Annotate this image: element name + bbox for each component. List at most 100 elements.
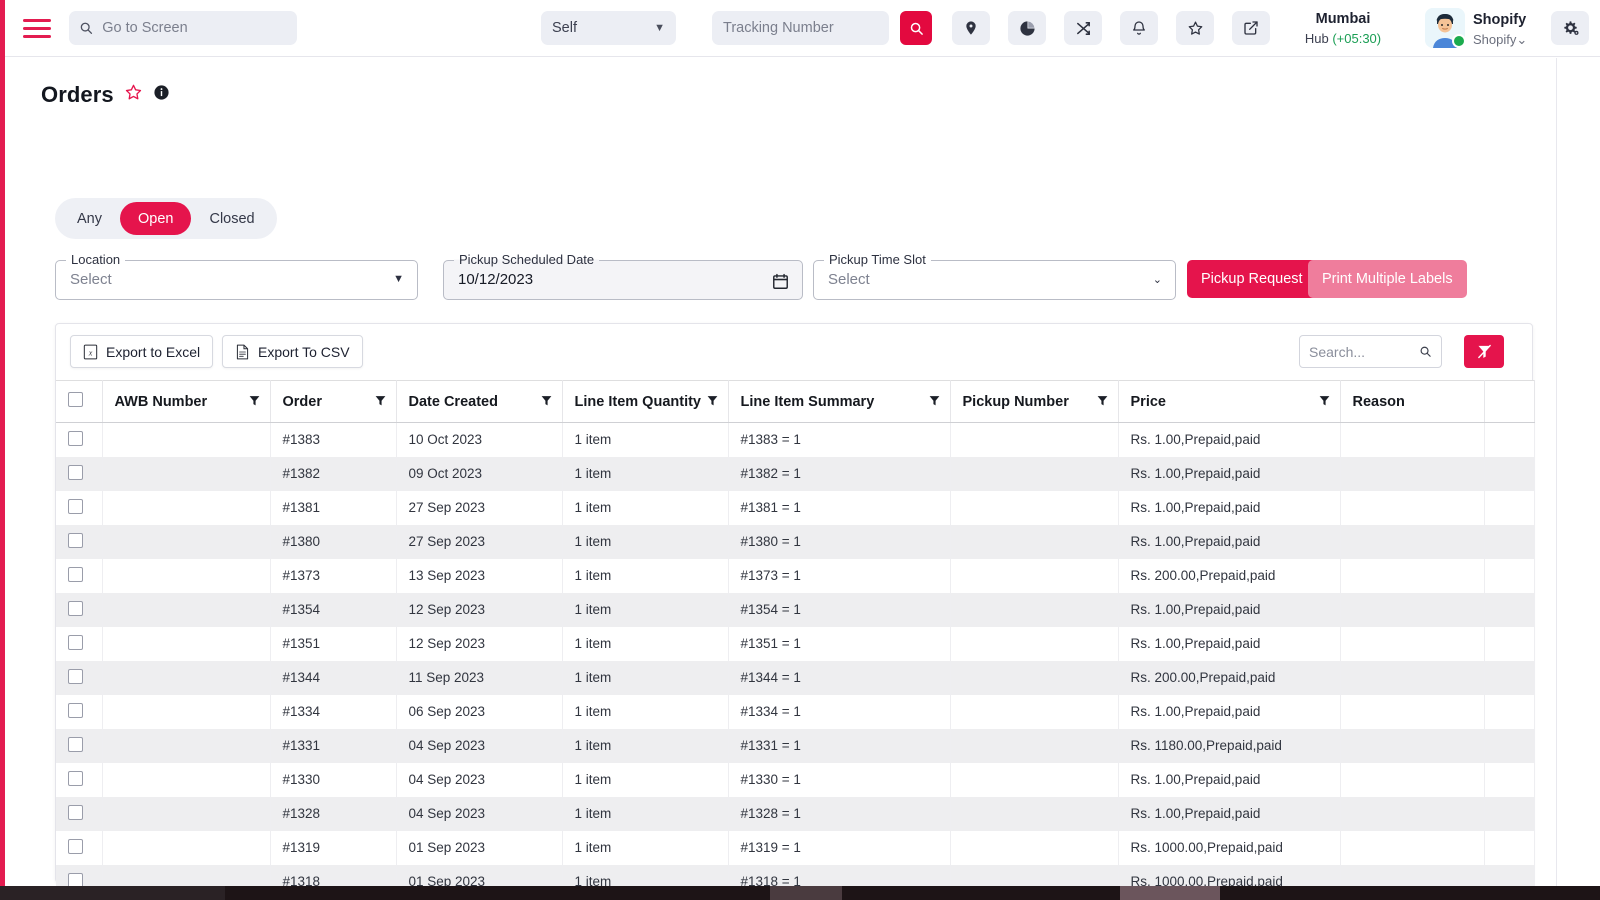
select-all-checkbox[interactable] bbox=[68, 392, 83, 407]
row-checkbox[interactable] bbox=[68, 838, 83, 854]
analytics-button[interactable] bbox=[1008, 11, 1046, 45]
go-to-screen-search[interactable] bbox=[69, 11, 297, 45]
cell-pickup-number bbox=[950, 422, 1119, 457]
tracking-search-button[interactable] bbox=[900, 11, 932, 45]
cell-date-created: 13 Sep 2023 bbox=[396, 558, 563, 593]
column-header-awb[interactable]: AWB Number bbox=[102, 380, 271, 423]
row-checkbox[interactable] bbox=[68, 532, 83, 548]
table-row[interactable]: #1328 04 Sep 2023 1 item #1328 = 1 Rs. 1.00,… bbox=[56, 796, 1535, 831]
status-tab-closed[interactable]: Closed bbox=[191, 202, 272, 235]
cell-reason bbox=[1340, 626, 1485, 661]
row-checkbox[interactable] bbox=[68, 872, 83, 886]
filter-icon[interactable] bbox=[1096, 394, 1109, 411]
row-checkbox[interactable] bbox=[68, 600, 83, 616]
account-menu[interactable]: Shopify Shopify⌄ bbox=[1473, 11, 1527, 48]
cell-end bbox=[1484, 728, 1535, 763]
row-select-cell bbox=[56, 796, 103, 831]
cell-awb bbox=[102, 490, 271, 525]
tracking-number-input[interactable] bbox=[723, 20, 878, 36]
open-external-button[interactable] bbox=[1232, 11, 1270, 45]
row-checkbox[interactable] bbox=[68, 464, 83, 480]
shuffle-button[interactable] bbox=[1064, 11, 1102, 45]
table-row[interactable]: #1354 12 Sep 2023 1 item #1354 = 1 Rs. 1.00,… bbox=[56, 592, 1535, 627]
cell-line-item-summary: #1331 = 1 bbox=[728, 728, 951, 763]
row-checkbox[interactable] bbox=[68, 430, 83, 446]
pickup-slot-filter[interactable]: Pickup Time Slot Select ⌄ bbox=[813, 252, 1176, 300]
row-checkbox[interactable] bbox=[68, 668, 83, 684]
pickup-request-button[interactable]: Pickup Request bbox=[1187, 260, 1317, 298]
scope-select[interactable]: Self ▼ bbox=[541, 11, 676, 45]
cell-line-item-quantity: 1 item bbox=[562, 456, 729, 491]
hamburger-icon[interactable] bbox=[11, 18, 63, 38]
column-header-date-created[interactable]: Date Created bbox=[396, 380, 563, 423]
table-row[interactable]: #1373 13 Sep 2023 1 item #1373 = 1 Rs. 200.0… bbox=[56, 558, 1535, 593]
cell-order: #1381 bbox=[270, 490, 397, 525]
go-to-screen-input[interactable] bbox=[102, 20, 287, 36]
column-header-line-item-quantity[interactable]: Line Item Quantity bbox=[562, 380, 729, 423]
row-checkbox[interactable] bbox=[68, 498, 83, 514]
calendar-icon[interactable] bbox=[767, 269, 793, 293]
notifications-button[interactable] bbox=[1120, 11, 1158, 45]
table-search-input[interactable] bbox=[1309, 343, 1414, 360]
page-content: Orders Any Open Closed Location Select ▼… bbox=[5, 58, 1556, 886]
export-to-csv-button[interactable]: Export To CSV bbox=[222, 335, 363, 368]
filter-icon[interactable] bbox=[928, 394, 941, 411]
filter-icon[interactable] bbox=[248, 394, 261, 411]
settings-button[interactable] bbox=[1551, 11, 1589, 45]
row-checkbox[interactable] bbox=[68, 702, 83, 718]
avatar[interactable] bbox=[1425, 8, 1466, 48]
table-row[interactable]: #1330 04 Sep 2023 1 item #1330 = 1 Rs. 1.00,… bbox=[56, 762, 1535, 797]
pickup-date-filter[interactable]: Pickup Scheduled Date 10/12/2023 bbox=[443, 252, 803, 300]
row-checkbox[interactable] bbox=[68, 736, 83, 752]
row-checkbox[interactable] bbox=[68, 804, 83, 820]
filter-icon[interactable] bbox=[540, 394, 553, 411]
status-tab-any[interactable]: Any bbox=[59, 202, 120, 235]
cell-line-item-summary: #1382 = 1 bbox=[728, 456, 951, 491]
table-row[interactable]: #1331 04 Sep 2023 1 item #1331 = 1 Rs. 1180.… bbox=[56, 728, 1535, 763]
filter-icon[interactable] bbox=[374, 394, 387, 411]
cell-reason bbox=[1340, 694, 1485, 729]
row-select-cell bbox=[56, 864, 103, 886]
tracking-number-field[interactable] bbox=[712, 11, 889, 45]
row-checkbox[interactable] bbox=[68, 634, 83, 650]
favorite-star-icon[interactable] bbox=[124, 83, 143, 107]
table-row[interactable]: #1318 01 Sep 2023 1 item #1318 = 1 Rs. 1000.… bbox=[56, 864, 1535, 886]
filter-icon[interactable] bbox=[1318, 394, 1331, 411]
table-row[interactable]: #1319 01 Sep 2023 1 item #1319 = 1 Rs. 1000.… bbox=[56, 830, 1535, 865]
cell-reason bbox=[1340, 796, 1485, 831]
print-multiple-labels-button[interactable]: Print Multiple Labels bbox=[1308, 260, 1467, 298]
export-to-excel-button[interactable]: x Export to Excel bbox=[70, 335, 214, 368]
column-header-price[interactable]: Price bbox=[1118, 380, 1341, 423]
column-header-line-item-summary[interactable]: Line Item Summary bbox=[728, 380, 951, 423]
cell-price: Rs. 1000.00,Prepaid,paid bbox=[1118, 864, 1341, 886]
column-header-order[interactable]: Order bbox=[270, 380, 397, 423]
column-header-reason[interactable]: Reason bbox=[1340, 380, 1485, 423]
table-row[interactable]: #1344 11 Sep 2023 1 item #1344 = 1 Rs. 200.0… bbox=[56, 660, 1535, 695]
cell-line-item-quantity: 1 item bbox=[562, 422, 729, 457]
cell-end bbox=[1484, 864, 1535, 886]
cell-reason bbox=[1340, 728, 1485, 763]
table-row[interactable]: #1351 12 Sep 2023 1 item #1351 = 1 Rs. 1.00,… bbox=[56, 626, 1535, 661]
table-search[interactable] bbox=[1299, 335, 1442, 368]
chevron-down-icon: ▼ bbox=[654, 22, 665, 34]
region-indicator[interactable]: Mumbai Hub (+05:30) bbox=[1283, 10, 1403, 47]
table-row[interactable]: #1382 09 Oct 2023 1 item #1382 = 1 Rs. 1.00,… bbox=[56, 456, 1535, 491]
status-tab-open[interactable]: Open bbox=[120, 202, 192, 235]
clear-filters-button[interactable] bbox=[1464, 335, 1504, 368]
row-checkbox[interactable] bbox=[68, 770, 83, 786]
table-row[interactable]: #1380 27 Sep 2023 1 item #1380 = 1 Rs. 1.00,… bbox=[56, 524, 1535, 559]
cell-awb bbox=[102, 592, 271, 627]
location-pin-button[interactable] bbox=[952, 11, 990, 45]
filter-icon[interactable] bbox=[706, 394, 719, 411]
favorites-button[interactable] bbox=[1176, 11, 1214, 45]
cell-pickup-number bbox=[950, 796, 1119, 831]
row-checkbox[interactable] bbox=[68, 566, 83, 582]
taskbar-segment bbox=[1120, 886, 1220, 900]
info-icon[interactable] bbox=[153, 84, 170, 106]
table-row[interactable]: #1381 27 Sep 2023 1 item #1381 = 1 Rs. 1.00,… bbox=[56, 490, 1535, 525]
column-label: Pickup Number bbox=[962, 393, 1069, 410]
table-row[interactable]: #1334 06 Sep 2023 1 item #1334 = 1 Rs. 1.00,… bbox=[56, 694, 1535, 729]
table-row[interactable]: #1383 10 Oct 2023 1 item #1383 = 1 Rs. 1.00,… bbox=[56, 422, 1535, 457]
location-filter[interactable]: Location Select ▼ bbox=[55, 252, 418, 300]
column-header-pickup-number[interactable]: Pickup Number bbox=[950, 380, 1119, 423]
